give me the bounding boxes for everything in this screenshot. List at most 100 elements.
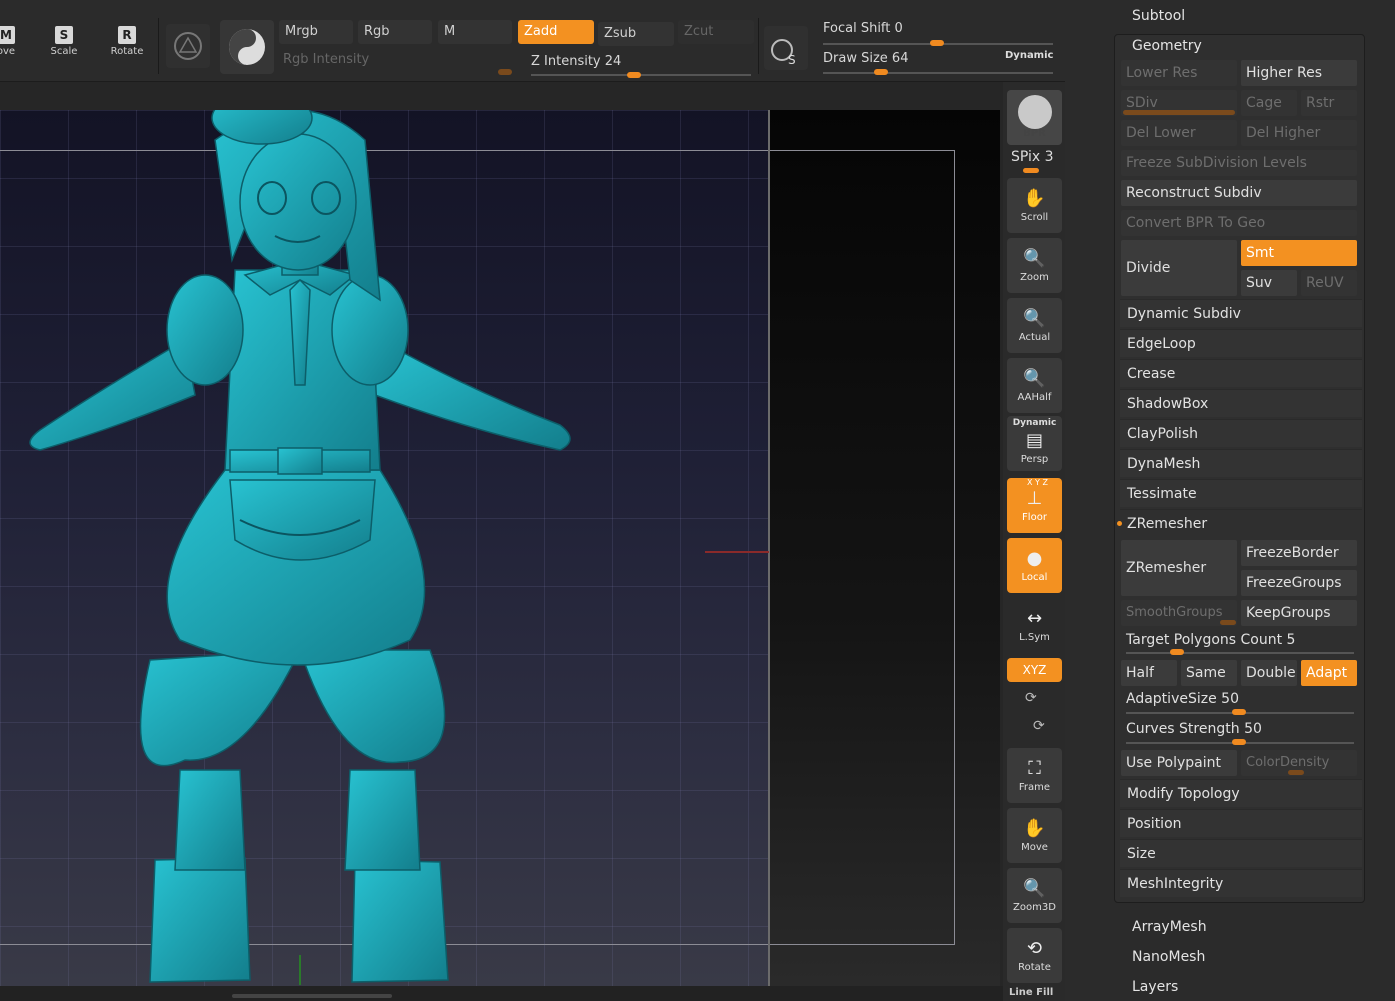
size-item[interactable]: Size: [1120, 839, 1362, 867]
divide-button[interactable]: Divide: [1121, 240, 1237, 296]
higher-res-button[interactable]: Higher Res: [1241, 60, 1357, 86]
z-intensity-slider[interactable]: Z Intensity 24: [531, 54, 621, 69]
layers-header[interactable]: Layers: [1132, 979, 1178, 995]
reuv-toggle[interactable]: ReUV: [1301, 270, 1357, 296]
zremesher-section-header[interactable]: ZRemesher: [1120, 509, 1362, 537]
mrgb-button[interactable]: Mrgb: [279, 20, 353, 44]
smt-toggle[interactable]: Smt: [1241, 240, 1357, 266]
z-intensity-knob[interactable]: [627, 72, 641, 78]
floor-button[interactable]: X Y Z ⊥ Floor: [1007, 478, 1062, 533]
zsub-button[interactable]: Zsub: [598, 22, 674, 46]
draw-size-track[interactable]: [823, 72, 1053, 74]
gizmo-button[interactable]: [166, 24, 210, 68]
double-button[interactable]: Double: [1241, 660, 1297, 686]
z-intensity-track[interactable]: [531, 74, 751, 76]
draw-size-slider[interactable]: Draw Size 64: [823, 51, 908, 66]
del-higher-button[interactable]: Del Higher: [1241, 120, 1357, 146]
sdiv-knob[interactable]: [1123, 110, 1235, 115]
xyz-rotate-button[interactable]: XYZ: [1007, 658, 1062, 682]
actual-button[interactable]: 🔍 Actual: [1007, 298, 1062, 353]
curves-strength-knob[interactable]: [1232, 739, 1246, 745]
target-polygons-slider[interactable]: Target Polygons Count 5: [1126, 632, 1295, 648]
target-polygons-knob[interactable]: [1170, 649, 1184, 655]
smooth-groups-knob[interactable]: [1220, 620, 1236, 625]
local-button[interactable]: ● Local: [1007, 538, 1062, 593]
frame-button[interactable]: ⛶ Frame: [1007, 748, 1062, 803]
actual-label: Actual: [1018, 332, 1051, 343]
use-polypaint-toggle[interactable]: Use Polypaint: [1121, 750, 1237, 776]
local-sphere-icon: ●: [1026, 548, 1043, 569]
curves-strength-slider[interactable]: Curves Strength 50: [1126, 721, 1262, 737]
position-item[interactable]: Position: [1120, 809, 1362, 837]
lightbox-button[interactable]: S: [764, 26, 808, 70]
spix-knob[interactable]: [1023, 168, 1039, 173]
focal-shift-knob[interactable]: [930, 40, 944, 46]
rotate-tool-button[interactable]: R Rotate: [107, 22, 147, 70]
zremesher-button[interactable]: ZRemesher: [1121, 540, 1237, 596]
line-fill-button[interactable]: Line Fill: [1009, 987, 1053, 998]
viewport-canvas[interactable]: [0, 110, 1000, 986]
z-rotate-icon[interactable]: ⟳: [1033, 718, 1045, 734]
bpr-button[interactable]: BPR: [1007, 90, 1062, 145]
adapt-toggle[interactable]: Adapt: [1301, 660, 1357, 686]
same-button[interactable]: Same: [1181, 660, 1237, 686]
reconstruct-subdiv-button[interactable]: Reconstruct Subdiv: [1121, 180, 1357, 206]
rstr-button[interactable]: Rstr: [1301, 90, 1357, 116]
modify-topology-item[interactable]: Modify Topology: [1120, 779, 1362, 807]
scroll-button[interactable]: ✋ Scroll: [1007, 178, 1062, 233]
spix-slider[interactable]: SPix 3: [1011, 149, 1054, 165]
edgeloop-item[interactable]: EdgeLoop: [1120, 329, 1362, 357]
convert-bpr-button[interactable]: Convert BPR To Geo: [1121, 210, 1357, 236]
move-button[interactable]: ✋ Move: [1007, 808, 1062, 863]
z-intensity-value: 24: [604, 54, 622, 69]
move-icon: M: [0, 26, 15, 44]
arraymesh-header[interactable]: ArrayMesh: [1132, 919, 1207, 935]
claypolish-item[interactable]: ClayPolish: [1120, 419, 1362, 447]
half-button[interactable]: Half: [1121, 660, 1177, 686]
draw-size-label: Draw Size: [823, 51, 888, 66]
freeze-subdiv-button[interactable]: Freeze SubDivision Levels: [1121, 150, 1357, 176]
nanomesh-header[interactable]: NanoMesh: [1132, 949, 1205, 965]
tessimate-item[interactable]: Tessimate: [1120, 479, 1362, 507]
freeze-groups-button[interactable]: FreezeGroups: [1241, 570, 1357, 596]
crease-item[interactable]: Crease: [1120, 359, 1362, 387]
meshintegrity-item[interactable]: MeshIntegrity: [1120, 869, 1362, 897]
subtool-header[interactable]: Subtool: [1132, 8, 1185, 24]
move-tool-button[interactable]: Move: [0, 22, 26, 70]
zoom-button[interactable]: 🔍 Zoom: [1007, 238, 1062, 293]
keep-groups-button[interactable]: KeepGroups: [1241, 600, 1357, 626]
dynamic-button[interactable]: Dynamic: [1005, 50, 1053, 61]
bottom-scroll-handle[interactable]: [232, 994, 392, 998]
zoom3d-button[interactable]: 🔍 Zoom3D: [1007, 868, 1062, 923]
m-button[interactable]: M: [438, 20, 512, 44]
shadowbox-item[interactable]: ShadowBox: [1120, 389, 1362, 417]
aahalf-button[interactable]: 🔍 AAHalf: [1007, 358, 1062, 413]
target-polygons-track[interactable]: [1126, 652, 1354, 654]
cage-button[interactable]: Cage: [1241, 90, 1297, 116]
sculpt-model[interactable]: [0, 110, 770, 986]
rotate-button[interactable]: ⟲ Rotate: [1007, 928, 1062, 983]
zadd-button[interactable]: Zadd: [518, 20, 594, 44]
color-density-knob[interactable]: [1288, 770, 1304, 775]
adaptive-size-knob[interactable]: [1232, 709, 1246, 715]
dynamic-subdiv-item[interactable]: Dynamic Subdiv: [1120, 299, 1362, 327]
rgb-intensity-slider[interactable]: [498, 69, 512, 75]
del-lower-button[interactable]: Del Lower: [1121, 120, 1237, 146]
lsym-button[interactable]: ↔ L.Sym: [1007, 598, 1062, 653]
move-label: ove: [0, 46, 16, 57]
lower-res-button[interactable]: Lower Res: [1121, 60, 1237, 86]
material-button[interactable]: [220, 20, 274, 74]
focal-shift-slider[interactable]: Focal Shift 0: [823, 21, 903, 36]
scale-icon: S: [55, 26, 73, 44]
draw-size-knob[interactable]: [874, 69, 888, 75]
suv-toggle[interactable]: Suv: [1241, 270, 1297, 296]
zcut-button[interactable]: Zcut: [678, 20, 754, 44]
adaptive-size-slider[interactable]: AdaptiveSize 50: [1126, 691, 1239, 707]
persp-button[interactable]: Dynamic ▤ Persp: [1007, 416, 1062, 471]
scale-tool-button[interactable]: S Scale: [44, 22, 84, 70]
rgb-button[interactable]: Rgb: [358, 20, 432, 44]
freeze-border-button[interactable]: FreezeBorder: [1241, 540, 1357, 566]
y-rotate-icon[interactable]: ⟳: [1025, 690, 1037, 706]
geometry-header[interactable]: Geometry: [1132, 38, 1202, 54]
dynamesh-item[interactable]: DynaMesh: [1120, 449, 1362, 477]
